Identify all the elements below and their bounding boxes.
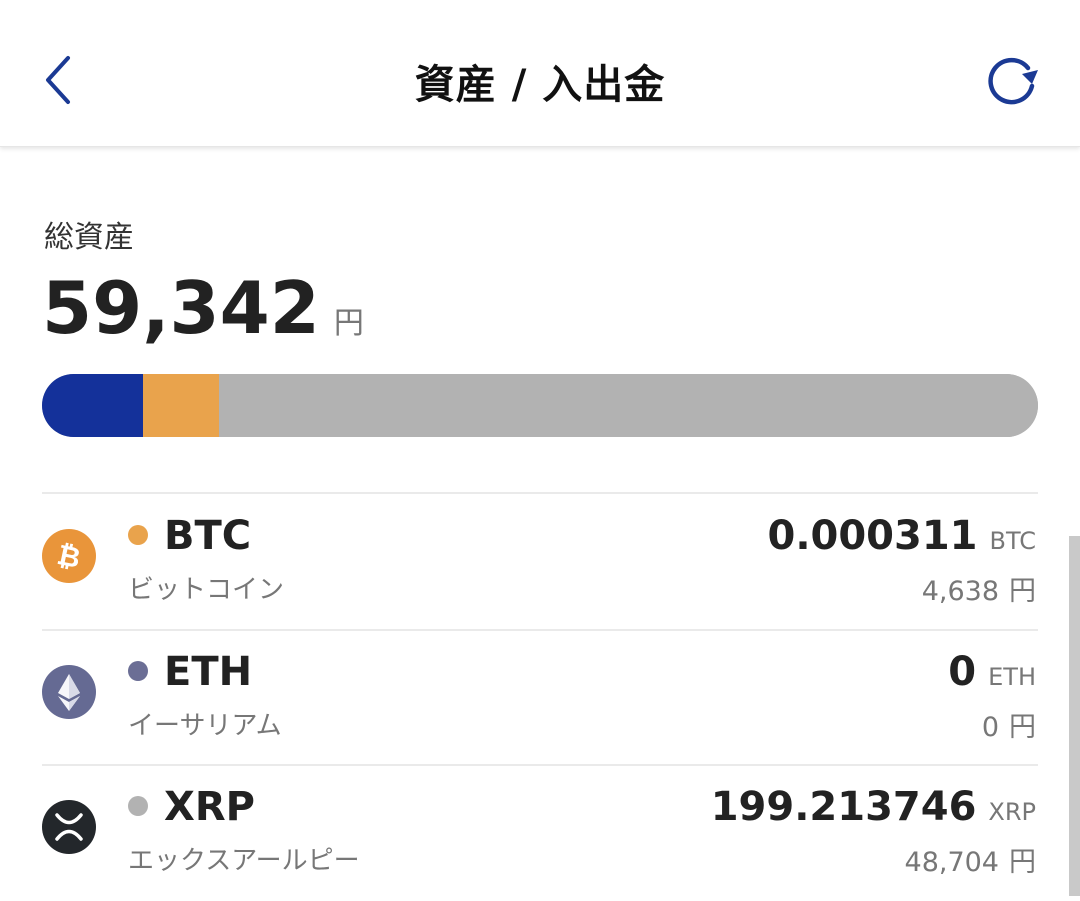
- asset-jpy-amount: 0: [981, 712, 999, 743]
- asset-name: イーサリアム: [128, 711, 282, 741]
- asset-jpy-amount: 4,638: [921, 576, 999, 607]
- asset-jpy-value: 0円: [982, 705, 1036, 744]
- scrollbar[interactable]: [1069, 536, 1080, 896]
- asset-color-dot: [128, 661, 148, 681]
- asset-amount: 199.213746 XRP: [711, 784, 1036, 830]
- page-title: 資産 / 入出金: [414, 62, 666, 108]
- asset-amount-value: 0.000311: [767, 513, 978, 559]
- asset-amount-unit: BTC: [989, 527, 1036, 555]
- asset-row-btc[interactable]: ₿ BTC ビットコイン 0.000311 BTC 4,638 円: [0, 495, 1080, 630]
- asset-jpy-amount: 48,704: [904, 847, 999, 878]
- asset-amount: 0.000311 BTC: [767, 513, 1036, 559]
- allocation-segment-xrp: [219, 374, 1038, 437]
- asset-name: エックスアールピー: [128, 846, 360, 876]
- divider: [42, 492, 1038, 494]
- allocation-segment-btc: [142, 374, 220, 437]
- asset-amount-unit: XRP: [988, 798, 1036, 826]
- refresh-button[interactable]: [980, 52, 1042, 108]
- asset-row-xrp[interactable]: XRP エックスアールピー 199.213746 XRP 48,704 円: [0, 766, 1080, 901]
- asset-symbol: ETH: [164, 649, 253, 695]
- xrp-icon: [42, 800, 96, 854]
- asset-symbol: BTC: [164, 513, 252, 559]
- asset-amount-value: 199.213746: [710, 784, 977, 830]
- asset-jpy-value: 4,638 円: [922, 569, 1036, 608]
- asset-jpy-unit: 円: [1009, 712, 1036, 743]
- allocation-segment-jpy: [42, 374, 143, 437]
- asset-color-dot: [128, 796, 148, 816]
- refresh-icon: [988, 57, 1038, 105]
- asset-amount-unit: ETH: [988, 663, 1036, 691]
- app-header: 資産 / 入出金: [0, 0, 1080, 147]
- total-assets-unit: 円: [333, 306, 364, 341]
- asset-jpy-unit: 円: [1009, 847, 1036, 878]
- asset-jpy-unit: 円: [1009, 576, 1036, 607]
- asset-allocation-bar: [42, 374, 1038, 437]
- total-assets-value: 59,342: [42, 266, 320, 350]
- asset-jpy-value: 48,704 円: [905, 840, 1036, 879]
- bitcoin-icon: ₿: [42, 529, 96, 583]
- total-assets-label: 総資産: [44, 220, 134, 255]
- asset-color-dot: [128, 525, 148, 545]
- ethereum-icon: [42, 665, 96, 719]
- asset-name: ビットコイン: [128, 575, 285, 605]
- total-assets: 59,342 円: [42, 266, 364, 350]
- asset-row-eth[interactable]: ETH イーサリアム 0 ETH 0円: [0, 631, 1080, 766]
- asset-amount-value: 0: [948, 649, 977, 695]
- asset-symbol: XRP: [164, 784, 255, 830]
- asset-amount: 0 ETH: [948, 649, 1036, 695]
